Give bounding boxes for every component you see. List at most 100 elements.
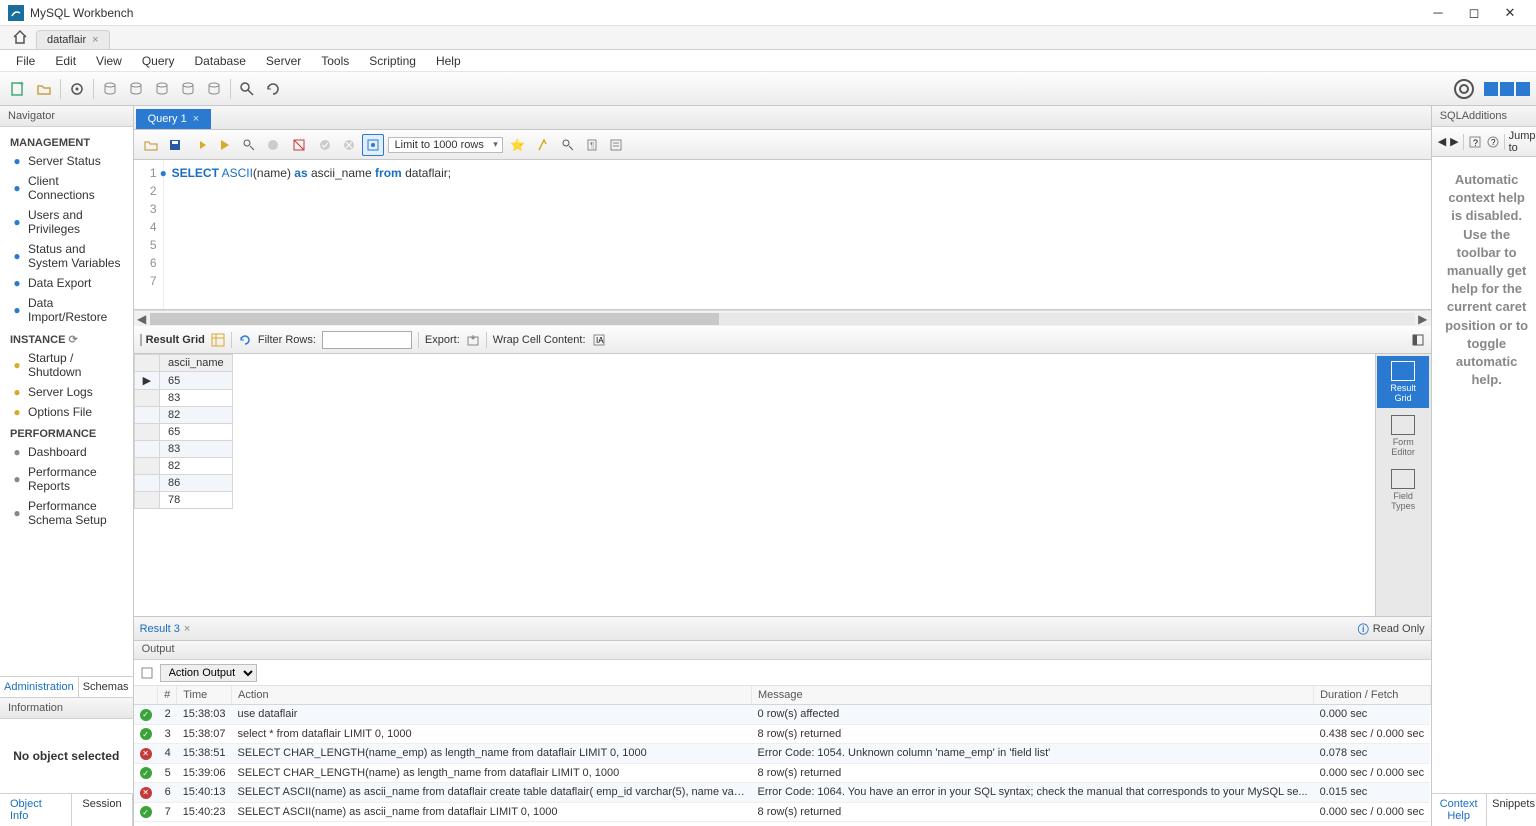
output-col-header[interactable]: Duration / Fetch [1314, 686, 1431, 705]
output-col-header[interactable] [134, 686, 158, 705]
cell[interactable]: 82 [160, 407, 233, 424]
scroll-track[interactable] [150, 313, 1415, 325]
export-button[interactable] [466, 333, 480, 347]
create-table-button[interactable] [124, 77, 148, 101]
cell[interactable]: 86 [160, 475, 233, 492]
save-button[interactable] [164, 134, 186, 156]
nav-item-data-export[interactable]: ●Data Export [0, 273, 133, 293]
output-row[interactable]: ✓715:40:23SELECT ASCII(name) as ascii_na… [134, 802, 1431, 822]
result-view-field-types[interactable]: FieldTypes [1377, 464, 1429, 516]
jump-to-label[interactable]: Jump to [1509, 130, 1536, 154]
help-toggle-button[interactable]: ? [1468, 135, 1482, 149]
result-view-form-editor[interactable]: FormEditor [1377, 410, 1429, 462]
nav-item-options-file[interactable]: ●Options File [0, 402, 133, 422]
nav-item-users-and-privileges[interactable]: ●Users and Privileges [0, 205, 133, 239]
invisible-chars-button[interactable]: ¶ [581, 134, 603, 156]
toggle-bottom-panel[interactable] [1500, 82, 1514, 96]
menu-server[interactable]: Server [256, 52, 311, 70]
tab-context-help[interactable]: Context Help [1432, 794, 1487, 826]
toggle-right-panel[interactable] [1516, 82, 1530, 96]
table-row[interactable]: ▶65 [134, 372, 232, 390]
dont-limit-button[interactable] [288, 134, 310, 156]
execute-current-button[interactable] [214, 134, 236, 156]
nav-item-dashboard[interactable]: ●Dashboard [0, 442, 133, 462]
open-sql-button[interactable] [32, 77, 56, 101]
menu-edit[interactable]: Edit [45, 52, 86, 70]
nav-item-performance-schema-setup[interactable]: ●Performance Schema Setup [0, 496, 133, 530]
create-schema-button[interactable] [98, 77, 122, 101]
row-handle[interactable] [134, 390, 159, 407]
auto-help-button[interactable]: ? [1486, 135, 1500, 149]
tab-object-info[interactable]: Object Info [0, 794, 72, 826]
filter-input[interactable] [322, 331, 412, 349]
row-handle[interactable] [134, 458, 159, 475]
stop-button[interactable] [262, 134, 284, 156]
output-col-header[interactable]: Time [177, 686, 232, 705]
settings-button[interactable] [1452, 77, 1476, 101]
cell[interactable]: 83 [160, 390, 233, 407]
explain-button[interactable] [238, 134, 260, 156]
toggle-left-panel[interactable] [1484, 82, 1498, 96]
toggle-panel-button[interactable] [1411, 333, 1425, 347]
output-row[interactable]: ✓315:38:07select * from dataflair LIMIT … [134, 724, 1431, 744]
commit-button[interactable] [314, 134, 336, 156]
row-handle[interactable] [134, 475, 159, 492]
tab-schemas[interactable]: Schemas [79, 677, 133, 697]
cell[interactable]: 65 [160, 372, 233, 390]
cell[interactable]: 83 [160, 441, 233, 458]
row-handle[interactable] [134, 424, 159, 441]
nav-item-client-connections[interactable]: ●Client Connections [0, 171, 133, 205]
beautify-button[interactable] [533, 134, 555, 156]
menu-view[interactable]: View [86, 52, 132, 70]
table-row[interactable]: 82 [134, 407, 232, 424]
nav-item-startup-shutdown[interactable]: ●Startup / Shutdown [0, 348, 133, 382]
menu-help[interactable]: Help [426, 52, 471, 70]
menu-file[interactable]: File [6, 52, 45, 70]
output-row[interactable]: ✓515:39:06SELECT CHAR_LENGTH(name) as le… [134, 763, 1431, 783]
result-grid-wrapper[interactable]: ascii_name▶6583826583828678 [134, 354, 1375, 616]
output-type-select[interactable]: Action Output [160, 664, 257, 682]
find-button[interactable] [557, 134, 579, 156]
new-query-button[interactable]: + [6, 77, 30, 101]
table-row[interactable]: 83 [134, 390, 232, 407]
cell[interactable]: 78 [160, 492, 233, 509]
nav-item-data-import-restore[interactable]: ●Data Import/Restore [0, 293, 133, 327]
close-button[interactable]: ✕ [1492, 1, 1528, 25]
cell[interactable]: 65 [160, 424, 233, 441]
search-button[interactable] [235, 77, 259, 101]
scroll-right-icon[interactable]: ▶ [1415, 312, 1431, 326]
close-icon[interactable]: × [193, 113, 199, 125]
favorite-button[interactable]: ⭐ [507, 134, 529, 156]
open-file-button[interactable] [140, 134, 162, 156]
code-area[interactable]: ●SELECT ASCII(name) as ascii_name from d… [164, 160, 1431, 309]
reconnect-button[interactable] [261, 77, 285, 101]
execute-button[interactable] [190, 134, 212, 156]
col-header[interactable]: ascii_name [160, 355, 233, 372]
output-col-header[interactable]: Action [232, 686, 752, 705]
scroll-thumb[interactable] [150, 313, 719, 325]
output-col-header[interactable]: # [158, 686, 177, 705]
output-row[interactable]: ✕615:40:13SELECT ASCII(name) as ascii_na… [134, 783, 1431, 803]
nav-item-server-logs[interactable]: ●Server Logs [0, 382, 133, 402]
menu-tools[interactable]: Tools [311, 52, 359, 70]
row-handle[interactable]: ▶ [134, 372, 159, 390]
maximize-button[interactable]: ◻ [1456, 1, 1492, 25]
menu-scripting[interactable]: Scripting [359, 52, 426, 70]
cell[interactable]: 82 [160, 458, 233, 475]
autocommit-button[interactable] [362, 134, 384, 156]
back-button[interactable]: ◀ [1438, 135, 1446, 148]
table-row[interactable]: 83 [134, 441, 232, 458]
wrap-button[interactable] [605, 134, 627, 156]
minimize-button[interactable]: ─ [1420, 1, 1456, 25]
table-row[interactable]: 82 [134, 458, 232, 475]
output-layout-button[interactable] [140, 666, 154, 680]
rollback-button[interactable] [338, 134, 360, 156]
forward-button[interactable]: ▶ [1450, 135, 1458, 148]
output-grid[interactable]: #TimeActionMessageDuration / Fetch✓215:3… [134, 686, 1431, 826]
nav-item-performance-reports[interactable]: ●Performance Reports [0, 462, 133, 496]
wrap-cell-button[interactable]: IA [592, 333, 606, 347]
output-col-header[interactable]: Message [752, 686, 1314, 705]
output-row[interactable]: ✕415:38:51SELECT CHAR_LENGTH(name_emp) a… [134, 744, 1431, 764]
query-tab[interactable]: Query 1 × [136, 109, 212, 129]
nav-item-status-and-system-variables[interactable]: ●Status and System Variables [0, 239, 133, 273]
